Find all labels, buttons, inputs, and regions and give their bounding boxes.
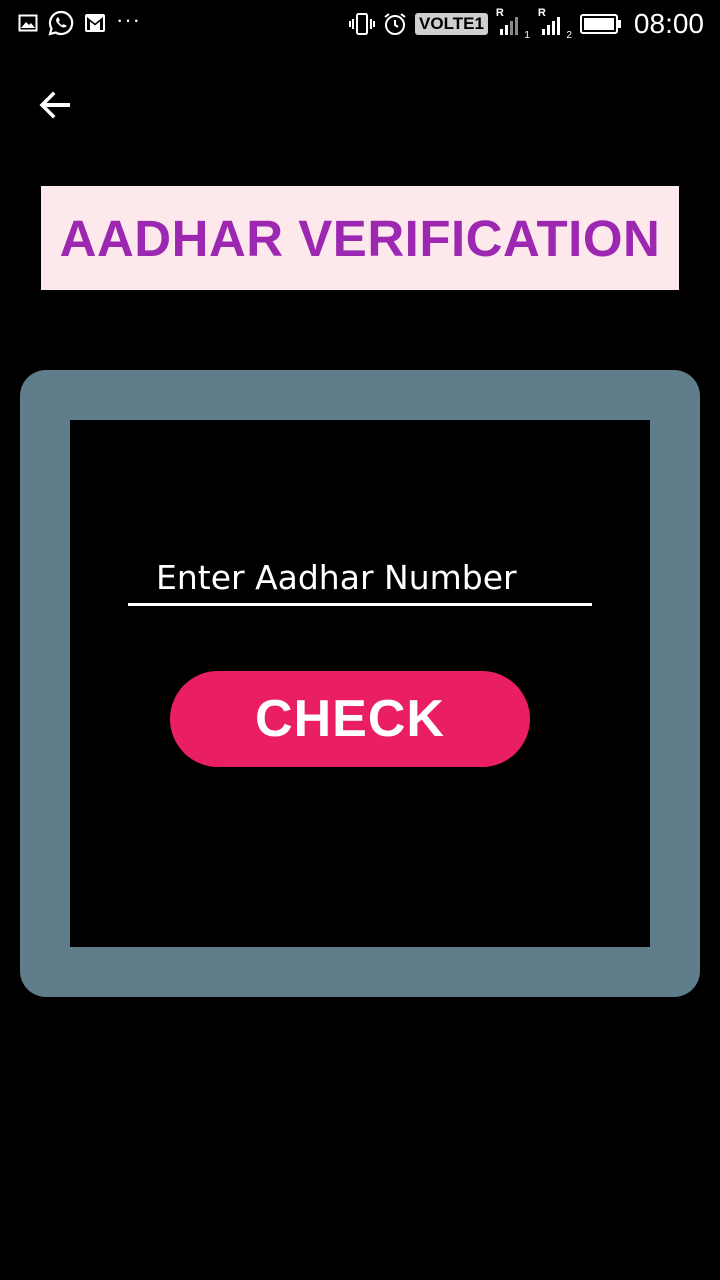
back-button[interactable]	[34, 84, 78, 128]
gallery-icon	[18, 13, 38, 33]
sim2-index-label: 2	[566, 30, 572, 41]
arrow-back-icon	[39, 91, 70, 119]
status-bar-right: VOLTE1 R 1 R 2 08:00	[349, 7, 704, 41]
battery-icon	[579, 13, 622, 35]
status-bar-left: ···	[18, 7, 141, 36]
aadhar-number-input[interactable]	[128, 552, 592, 606]
alarm-icon	[383, 12, 407, 36]
title-banner: AADHAR VERIFICATION	[41, 186, 679, 290]
gmail-icon	[84, 13, 106, 33]
sim1-index-label: 1	[524, 30, 530, 41]
status-bar: ··· VOLTE1 R 1 R 2 08:00	[0, 0, 720, 50]
more-notifications-icon: ···	[116, 7, 141, 32]
signal-sim1-icon: R 1	[496, 7, 530, 41]
check-button[interactable]: CHECK	[170, 671, 530, 767]
volte-badge: VOLTE1	[415, 13, 488, 35]
whatsapp-icon	[48, 10, 74, 36]
signal-sim2-icon: R 2	[538, 7, 572, 41]
verification-card: CHECK	[20, 370, 700, 997]
clock: 08:00	[633, 8, 704, 39]
vibrate-icon	[349, 12, 376, 36]
verification-form: CHECK	[70, 420, 650, 947]
page-title: AADHAR VERIFICATION	[59, 209, 661, 267]
